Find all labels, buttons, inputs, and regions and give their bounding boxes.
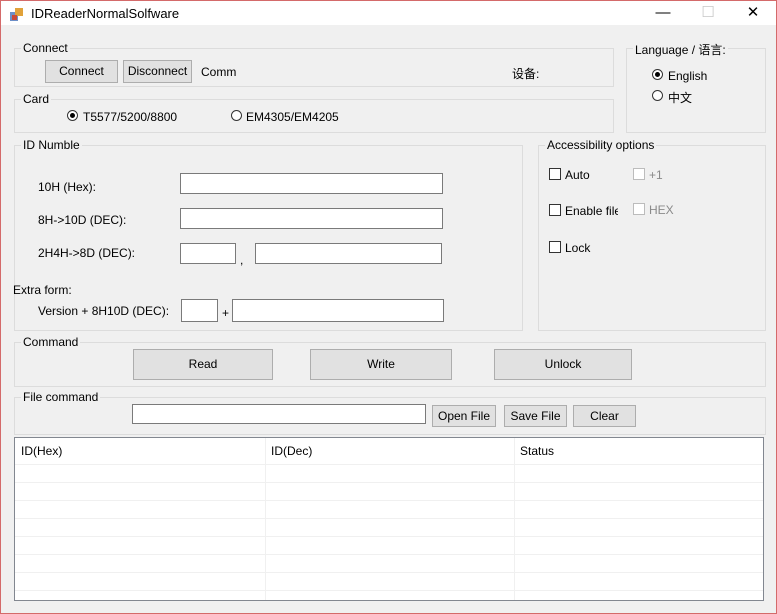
command-legend: Command — [21, 335, 81, 349]
extra-form-label: Extra form: — [13, 283, 72, 297]
version-input-2[interactable] — [232, 299, 444, 322]
enable-file-label[interactable]: Enable file — [565, 204, 618, 218]
language-legend: Language / 语言: — [633, 41, 728, 58]
table-row — [15, 554, 763, 555]
card-t5577-radio[interactable] — [67, 110, 78, 121]
title-bar: IDReaderNormalSolfware — ☐ ✕ — [1, 1, 776, 25]
open-file-button[interactable]: Open File — [432, 405, 496, 427]
h2h4-input-1[interactable] — [180, 243, 236, 264]
close-button[interactable]: ✕ — [730, 1, 776, 25]
hex-label: 10H (Hex): — [38, 180, 97, 194]
table-row — [15, 464, 763, 465]
table-row — [15, 500, 763, 501]
english-radio[interactable] — [652, 69, 663, 80]
results-table[interactable]: ID(Hex) ID(Dec) Status — [14, 437, 764, 601]
plus1-label[interactable]: +1 — [649, 168, 663, 182]
version-input[interactable] — [181, 299, 218, 322]
column-header-status[interactable]: Status — [514, 438, 763, 464]
language-group — [626, 48, 766, 133]
card-t5577-label[interactable]: T5577/5200/8800 — [83, 110, 177, 124]
save-file-button[interactable]: Save File — [504, 405, 567, 427]
auto-checkbox[interactable] — [549, 168, 561, 180]
dec-label: 8H->10D (DEC): — [38, 213, 127, 227]
app-icon — [10, 8, 23, 21]
enable-file-checkbox[interactable] — [549, 204, 561, 216]
dec-input[interactable] — [180, 208, 443, 229]
connect-legend: Connect — [21, 41, 70, 55]
maximize-button[interactable]: ☐ — [685, 1, 731, 25]
clear-button[interactable]: Clear — [573, 405, 636, 427]
window-title: IDReaderNormalSolfware — [31, 6, 180, 21]
card-legend: Card — [21, 92, 52, 106]
column-header-id-dec[interactable]: ID(Dec) — [265, 438, 514, 464]
connect-button[interactable]: Connect — [45, 60, 118, 83]
lock-checkbox[interactable] — [549, 241, 561, 253]
chinese-label[interactable]: 中文 — [668, 89, 692, 106]
write-button[interactable]: Write — [310, 349, 452, 380]
table-row — [15, 482, 763, 483]
file-path-input[interactable] — [132, 404, 426, 424]
hex-input[interactable] — [180, 173, 443, 194]
english-label[interactable]: English — [668, 69, 707, 83]
auto-label[interactable]: Auto — [565, 168, 590, 182]
table-row — [15, 590, 763, 591]
unlock-button[interactable]: Unlock — [494, 349, 632, 380]
table-row — [15, 518, 763, 519]
column-header-id-hex[interactable]: ID(Hex) — [15, 438, 265, 464]
version-label: Version + 8H10D (DEC): — [38, 304, 170, 318]
hex-label-option[interactable]: HEX — [649, 203, 674, 217]
hex-checkbox[interactable] — [633, 203, 645, 215]
plus-label: + — [222, 306, 230, 320]
table-row — [15, 536, 763, 537]
comm-label: Comm — [201, 65, 237, 79]
disconnect-button[interactable]: Disconnect — [123, 60, 192, 83]
h2h4-input-2[interactable] — [255, 243, 442, 264]
chinese-radio[interactable] — [652, 90, 663, 101]
plus1-checkbox[interactable] — [633, 168, 645, 180]
file-command-legend: File command — [21, 390, 101, 404]
id-legend: ID Numble — [21, 138, 82, 152]
lock-label[interactable]: Lock — [565, 241, 590, 255]
h2h4-label: 2H4H->8D (DEC): — [38, 246, 136, 260]
minimize-button[interactable]: — — [640, 1, 686, 25]
comma-label: , — [240, 253, 244, 267]
device-label: 设备: — [512, 67, 540, 81]
app-window: IDReaderNormalSolfware — ☐ ✕ Connect Con… — [0, 0, 777, 614]
card-em4305-label[interactable]: EM4305/EM4205 — [246, 110, 339, 124]
card-em4305-radio[interactable] — [231, 110, 242, 121]
read-button[interactable]: Read — [133, 349, 273, 380]
table-row — [15, 572, 763, 573]
accessibility-legend: Accessibility options — [545, 138, 657, 152]
column-separator — [514, 438, 515, 600]
column-separator — [265, 438, 266, 600]
